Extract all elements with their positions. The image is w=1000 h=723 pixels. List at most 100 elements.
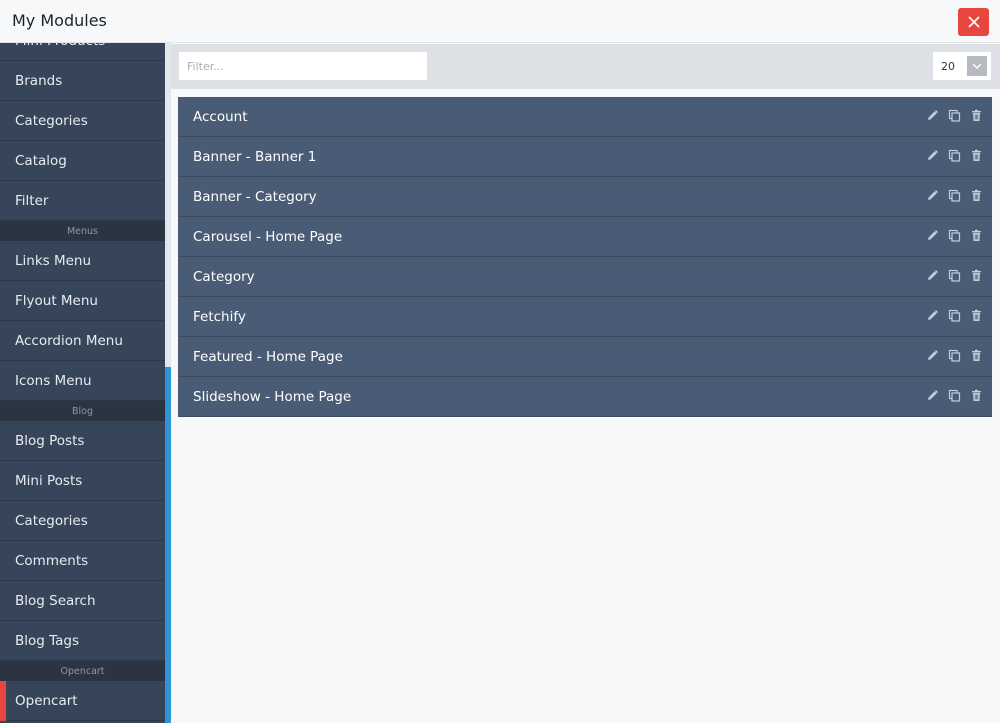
close-icon [967,16,980,28]
row-actions [925,389,983,403]
module-name: Banner - Banner 1 [193,148,317,165]
copy-button[interactable] [947,109,961,123]
sidebar-section-heading: Opencart [0,661,165,681]
row-actions [925,229,983,243]
edit-button[interactable] [925,229,939,243]
sidebar-item[interactable]: Blog Search [0,581,165,621]
sidebar-item[interactable]: Flyout Menu [0,281,165,321]
sidebar-item[interactable]: Accordion Menu [0,321,165,361]
pencil-icon [926,347,939,366]
edit-button[interactable] [925,109,939,123]
sidebar: Mini ProductsBrandsCategoriesCatalogFilt… [0,43,165,723]
per-page-value: 20 [941,59,955,73]
module-row[interactable]: Category [178,257,992,297]
sidebar-item[interactable]: Categories [0,101,165,141]
delete-button[interactable] [969,149,983,163]
module-row[interactable]: Fetchify [178,297,992,337]
module-row[interactable]: Banner - Banner 1 [178,137,992,177]
copy-icon [948,187,961,206]
module-name: Featured - Home Page [193,348,343,365]
row-actions [925,269,983,283]
scrollbar-thumb[interactable] [165,367,171,723]
trash-icon [970,307,983,326]
module-name: Fetchify [193,308,246,325]
pencil-icon [926,227,939,246]
module-name: Banner - Category [193,188,317,205]
row-actions [925,149,983,163]
copy-icon [948,347,961,366]
copy-icon [948,227,961,246]
copy-button[interactable] [947,309,961,323]
filter-input[interactable] [179,52,427,80]
modal-header: My Modules [0,0,1000,43]
copy-button[interactable] [947,349,961,363]
row-actions [925,349,983,363]
copy-icon [948,267,961,286]
delete-button[interactable] [969,389,983,403]
sidebar-item[interactable]: Catalog [0,141,165,181]
copy-icon [948,387,961,406]
sidebar-item[interactable]: Icons Menu [0,361,165,401]
edit-button[interactable] [925,149,939,163]
module-name: Slideshow - Home Page [193,388,352,405]
module-row[interactable]: Featured - Home Page [178,337,992,377]
trash-icon [970,387,983,406]
edit-button[interactable] [925,269,939,283]
sidebar-item[interactable]: Blog Tags [0,621,165,661]
sidebar-section-heading: Menus [0,221,165,241]
module-row[interactable]: Carousel - Home Page [178,217,992,257]
page-title: My Modules [12,11,107,30]
edit-button[interactable] [925,349,939,363]
chevron-down-icon [972,63,982,69]
copy-icon [948,147,961,166]
sidebar-section-heading: Blog [0,401,165,421]
trash-icon [970,347,983,366]
per-page-select[interactable]: 20 [933,52,991,80]
row-actions [925,109,983,123]
module-list: Account Banner - Banner 1 Banner - Categor… [178,97,992,417]
delete-button[interactable] [969,189,983,203]
dropdown-button[interactable] [967,56,987,76]
sidebar-item[interactable]: Opencart [0,681,165,721]
module-name: Account [193,108,248,125]
sidebar-item[interactable]: Blog Posts [0,421,165,461]
copy-button[interactable] [947,389,961,403]
sidebar-item[interactable]: Categories [0,501,165,541]
sidebar-list: Mini ProductsBrandsCategoriesCatalogFilt… [0,43,165,721]
trash-icon [970,147,983,166]
copy-button[interactable] [947,269,961,283]
copy-icon [948,307,961,326]
copy-button[interactable] [947,189,961,203]
sidebar-item[interactable]: Brands [0,61,165,101]
module-row[interactable]: Banner - Category [178,177,992,217]
edit-button[interactable] [925,389,939,403]
sidebar-item[interactable]: Comments [0,541,165,581]
edit-button[interactable] [925,309,939,323]
trash-icon [970,187,983,206]
sidebar-item[interactable]: Mini Products [0,43,165,61]
edit-button[interactable] [925,189,939,203]
module-name: Carousel - Home Page [193,228,343,245]
row-actions [925,309,983,323]
delete-button[interactable] [969,229,983,243]
module-row[interactable]: Slideshow - Home Page [178,377,992,417]
trash-icon [970,107,983,126]
delete-button[interactable] [969,349,983,363]
pencil-icon [926,267,939,286]
delete-button[interactable] [969,109,983,123]
sidebar-item[interactable]: Filter [0,181,165,221]
copy-button[interactable] [947,149,961,163]
trash-icon [970,227,983,246]
module-row[interactable]: Account [178,97,992,137]
pencil-icon [926,147,939,166]
delete-button[interactable] [969,269,983,283]
sidebar-item[interactable]: Links Menu [0,241,165,281]
close-button[interactable] [958,8,989,36]
trash-icon [970,267,983,286]
delete-button[interactable] [969,309,983,323]
sidebar-scrollbar[interactable] [165,43,171,723]
copy-button[interactable] [947,229,961,243]
sidebar-item[interactable]: Mini Posts [0,461,165,501]
pencil-icon [926,107,939,126]
copy-icon [948,107,961,126]
